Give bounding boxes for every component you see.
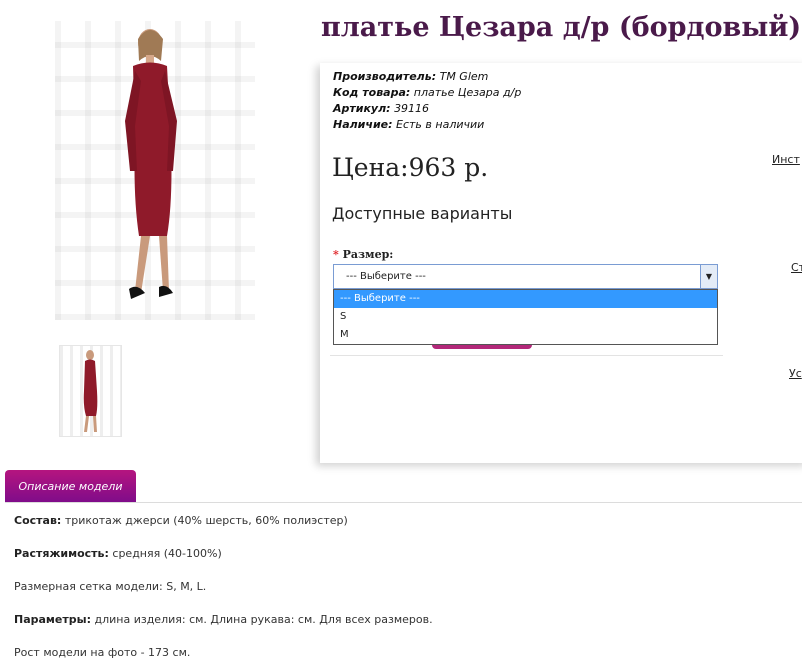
manufacturer-value[interactable]: TM Glem — [440, 70, 489, 83]
size-label: * Размер: — [333, 248, 393, 261]
parameters-row: Параметры: длина изделия: см. Длина рука… — [14, 613, 433, 626]
side-link-st[interactable]: Ст — [791, 261, 802, 274]
product-code-row: Код товара: платье Цезара д/р — [333, 86, 521, 99]
composition-label: Состав: — [14, 514, 62, 527]
stretch-label: Растяжимость: — [14, 547, 109, 560]
size-option-default[interactable]: --- Выберите --- — [334, 290, 717, 308]
sku-value: 39116 — [394, 102, 430, 115]
composition-value: трикотаж джерси (40% шерсть, 60% полиэст… — [64, 514, 348, 527]
tab-divider — [5, 502, 802, 503]
side-link-us[interactable]: Ус — [789, 367, 802, 380]
divider — [330, 355, 723, 356]
manufacturer-row: Производитель: TM Glem — [333, 70, 488, 83]
product-thumbnail[interactable] — [59, 345, 122, 437]
variants-heading: Доступные варианты — [332, 204, 513, 223]
size-chart-value: S, M, L. — [166, 580, 207, 593]
dress-model-illustration — [125, 29, 177, 299]
parameters-value: длина изделия: см. Длина рукава: см. Для… — [94, 613, 433, 626]
product-code-value: платье Цезара д/р — [413, 86, 522, 99]
chevron-down-icon[interactable]: ▼ — [700, 265, 717, 288]
size-option-s[interactable]: S — [334, 308, 717, 326]
stock-value: Есть в наличии — [396, 118, 485, 131]
stretch-value: средняя (40-100%) — [112, 547, 222, 560]
product-code-label: Код товара: — [333, 86, 411, 99]
parameters-label: Параметры: — [14, 613, 91, 626]
size-select-value: --- Выберите --- — [346, 271, 426, 282]
size-label-text: Размер: — [342, 248, 394, 261]
dress-thumbnail-illustration — [83, 350, 98, 432]
stock-row: Наличие: Есть в наличии — [333, 118, 484, 131]
size-dropdown-list: --- Выберите --- S M — [333, 289, 718, 345]
product-main-image[interactable] — [55, 21, 255, 320]
size-select[interactable]: --- Выберите --- ▼ — [333, 264, 718, 289]
stretch-row: Растяжимость: средняя (40-100%) — [14, 547, 222, 560]
product-info-panel: Производитель: TM Glem Код товара: плать… — [320, 63, 802, 463]
composition-row: Состав: трикотаж джерси (40% шерсть, 60%… — [14, 514, 348, 527]
product-title: платье Цезара д/р (бордовый) — [321, 12, 802, 43]
sku-row: Артикул: 39116 — [333, 102, 429, 115]
sku-label: Артикул: — [333, 102, 391, 115]
product-price: Цена:963 р. — [332, 153, 489, 182]
add-to-cart-button[interactable] — [432, 345, 532, 349]
model-height-row: Рост модели на фото - 173 см. — [14, 646, 191, 659]
stock-label: Наличие: — [333, 118, 393, 131]
required-marker: * — [333, 248, 339, 261]
size-option-m[interactable]: M — [334, 326, 717, 344]
size-chart-row: Размерная сетка модели: S, M, L. — [14, 580, 206, 593]
size-chart-label: Размерная сетка модели: — [14, 580, 163, 593]
side-link-instruction[interactable]: Инст — [772, 153, 800, 166]
manufacturer-label: Производитель: — [333, 70, 437, 83]
tab-description[interactable]: Описание модели — [5, 470, 136, 503]
